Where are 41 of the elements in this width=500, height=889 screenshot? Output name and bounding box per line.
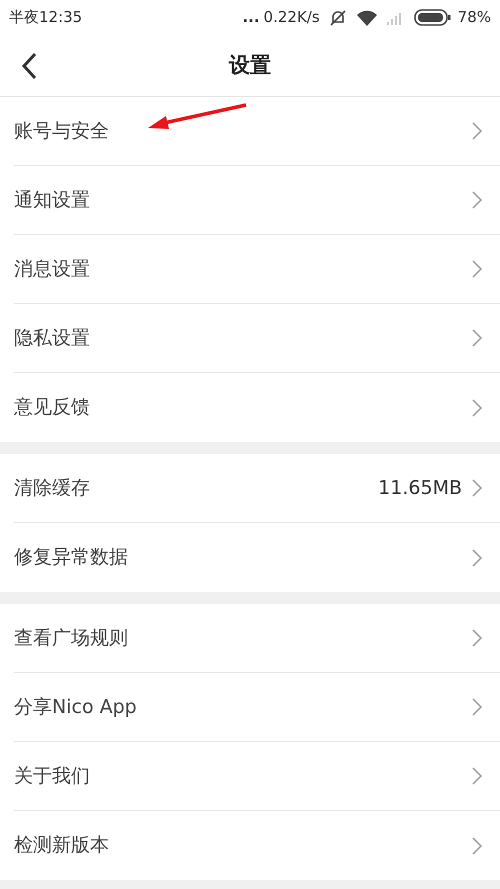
chevron-icon (472, 767, 482, 785)
settings-row[interactable]: 清除缓存 11.65MB (14, 454, 500, 523)
row-label: 分享Nico App (14, 694, 137, 720)
chevron-icon (472, 122, 482, 140)
chevron-icon (472, 260, 482, 278)
wifi-icon (356, 9, 378, 26)
status-time: 半夜12:35 (9, 7, 82, 28)
row-label: 关于我们 (14, 764, 90, 789)
chevron-icon (472, 698, 482, 716)
row-label: 通知设置 (14, 188, 90, 213)
settings-row[interactable]: 查看广场规则 (14, 604, 500, 673)
row-label: 意见反馈 (14, 395, 90, 420)
settings-row[interactable]: 检测新版本 (14, 811, 500, 880)
page-title: 设置 (229, 52, 271, 79)
chevron-icon (472, 398, 482, 416)
chevron-icon (472, 629, 482, 647)
settings-row[interactable]: 消息设置 (14, 235, 500, 304)
battery-level: 78% (458, 7, 491, 28)
row-label: 修复异常数据 (14, 545, 128, 570)
chevron-icon (472, 329, 482, 347)
row-value: 11.65MB (378, 476, 462, 501)
settings-row[interactable]: 隐私设置 (14, 304, 500, 373)
chevron-icon (472, 836, 482, 854)
chevron-icon (472, 191, 482, 209)
row-label: 隐私设置 (14, 326, 90, 351)
status-dots: ... (242, 7, 260, 28)
settings-row[interactable]: 分享Nico App (14, 673, 500, 742)
settings-row[interactable]: 关于我们 (14, 742, 500, 811)
muted-bell-icon (328, 8, 348, 28)
chevron-icon (472, 548, 482, 566)
row-label: 消息设置 (14, 256, 90, 282)
row-label: 清除缓存 (14, 476, 90, 501)
row-label: 账号与安全 (14, 118, 109, 144)
settings-row[interactable]: 意见反馈 (14, 373, 500, 442)
settings-row[interactable]: 修复异常数据 (14, 523, 500, 592)
row-label: 检测新版本 (14, 833, 109, 858)
row-label: 查看广场规则 (14, 626, 128, 651)
battery-icon (414, 9, 452, 26)
network-speed: 0.22K/s (264, 7, 320, 28)
chevron-icon (472, 479, 482, 497)
settings-row[interactable]: 通知设置 (14, 166, 500, 235)
